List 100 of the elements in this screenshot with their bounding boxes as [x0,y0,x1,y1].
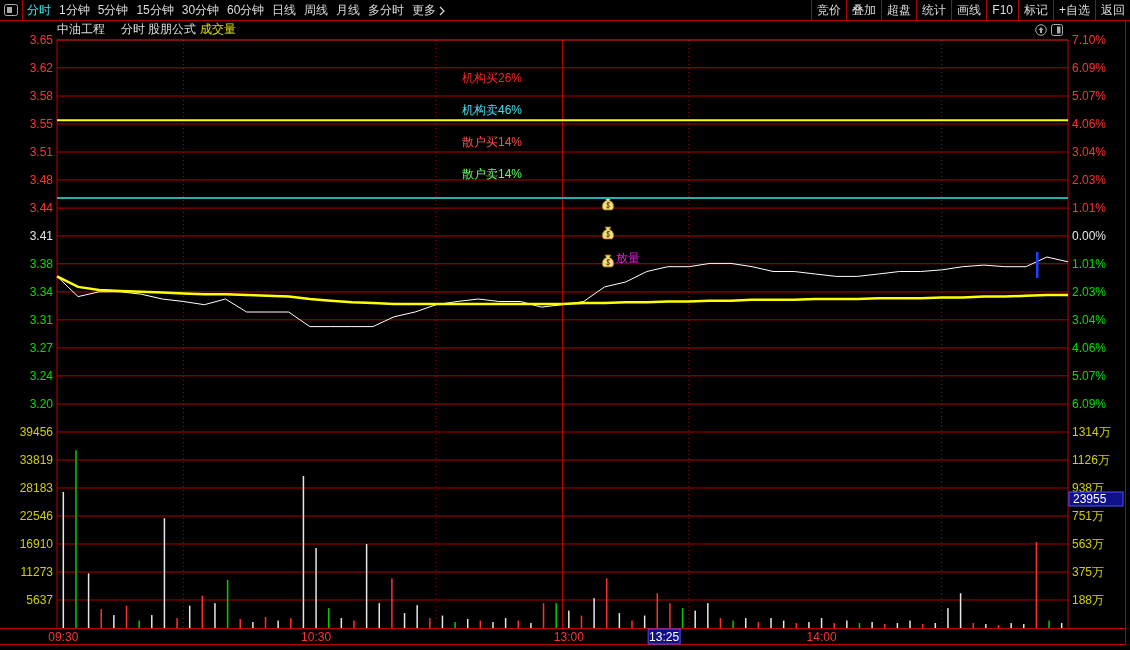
volume-label: 28183 [19,481,53,495]
stock-name: 中油工程 [57,21,105,38]
period-tab[interactable]: 60分钟 [223,0,269,20]
signal-label: 放量 [616,251,640,265]
percent-label: 7.10% [1072,33,1107,47]
volume-bar [264,617,267,628]
period-tab[interactable]: 多分时 [364,0,409,20]
toolbar-button[interactable]: 叠加 [846,0,882,20]
price-label: 3.38 [29,256,53,271]
period-tab[interactable]: 更多 [408,0,451,20]
signal-mark [1036,252,1039,278]
scroll-up-icon[interactable] [1035,23,1047,36]
volume-label: 11273 [20,565,53,579]
percent-label: 1.01% [1072,256,1107,271]
percent-label: 5.07% [1072,368,1107,383]
volume-bar [188,605,191,628]
indicator-name: 分时 股朋公式 [121,21,197,38]
volume-bar [820,618,823,628]
price-label: 3.44 [29,201,53,216]
volume-bar [1060,623,1063,628]
period-tab[interactable]: 日线 [268,0,301,20]
panel-icon[interactable] [1051,23,1063,36]
volume-bar [719,618,722,628]
toolbar-button[interactable]: +自选 [1053,0,1095,20]
volume-bar [403,613,406,628]
price-label: 3.65 [29,33,53,47]
chevron-right-icon [439,5,447,16]
volume-bar [327,608,330,628]
volume-unit-label: 1314万 [1072,425,1111,439]
money-bag-icon [601,226,615,240]
volume-bar [921,624,924,628]
toolbar-button[interactable]: 超盘 [881,0,917,20]
toolbar-button[interactable]: 竞价 [811,0,847,20]
price-label: 3.58 [29,89,53,103]
volume-bar [782,620,785,628]
price-label: 3.51 [29,145,53,159]
price-label: 3.41 [29,228,53,243]
percent-label: 6.09% [1072,60,1107,75]
time-label: 10:30 [301,630,332,644]
volume-bar [580,615,583,628]
price-label: 3.20 [29,397,53,411]
volume-label: 5637 [26,593,53,607]
volume-bar [681,608,684,628]
volume-bar [959,593,962,628]
period-tab[interactable]: 分时 [23,0,55,20]
volume-bar [643,615,646,628]
period-tab[interactable]: 1分钟 [55,0,94,20]
flow-stat-label: 散户卖14% [462,167,523,181]
volume-bar [896,623,899,628]
volume-label: 16910 [19,537,53,551]
volume-unit-label: 563万 [1072,537,1105,551]
period-tab[interactable]: 周线 [300,0,333,20]
volume-bar [125,605,128,628]
volume-bar [87,573,90,628]
volume-unit-label: 188万 [1072,593,1105,607]
percent-label: 2.03% [1072,284,1107,299]
price-label: 3.24 [29,368,53,383]
volume-bar [997,625,1000,628]
percent-label: 3.04% [1072,145,1107,159]
volume-bar [226,579,229,628]
percent-label: 2.03% [1072,172,1107,187]
price-label: 3.48 [29,172,53,187]
volume-unit-label: 751万 [1072,509,1105,523]
volume-label: 22546 [19,509,53,523]
percent-label: 1.01% [1072,201,1107,216]
volume-bar [618,613,621,628]
volume-bar [656,593,659,628]
toolbar-button[interactable]: 返回 [1095,0,1130,20]
volume-bar [340,618,343,628]
period-tab[interactable]: 月线 [332,0,365,20]
percent-label: 4.06% [1072,340,1107,355]
volume-bar [466,619,469,628]
toolbar-button[interactable]: 画线 [951,0,987,20]
money-bag-icon [601,197,615,211]
flow-stat-label: 机构买26% [462,71,523,85]
volume-label: 33819 [19,453,53,467]
toolbar-button[interactable]: 标记 [1018,0,1053,20]
volume-bar [934,623,937,628]
volume-label: 39456 [19,425,53,439]
flow-stat-label: 机构卖46% [462,103,523,117]
percent-label: 6.09% [1072,397,1107,411]
time-label: 14:00 [806,630,837,644]
price-label: 3.55 [29,116,53,131]
volume-bar [542,603,545,628]
volume-bar [441,615,444,628]
time-label: 13:00 [553,630,584,644]
volume-bar [757,622,760,628]
volume-unit-label: 375万 [1072,565,1105,579]
toolbar-button[interactable]: 统计 [916,0,952,20]
volume-unit-label: 1126万 [1072,453,1110,467]
period-tab[interactable]: 30分钟 [177,0,224,20]
price-label: 3.34 [29,284,53,299]
toolbar-button[interactable]: F10 [986,0,1018,20]
percent-label: 4.06% [1072,116,1107,131]
money-bag-icon [601,254,615,268]
period-tab[interactable]: 15分钟 [132,0,178,20]
price-label: 3.27 [29,340,53,355]
cursor-value-label: 23955 [1068,491,1124,507]
period-tab[interactable]: 5分钟 [93,0,133,20]
price-label: 3.62 [29,60,53,75]
